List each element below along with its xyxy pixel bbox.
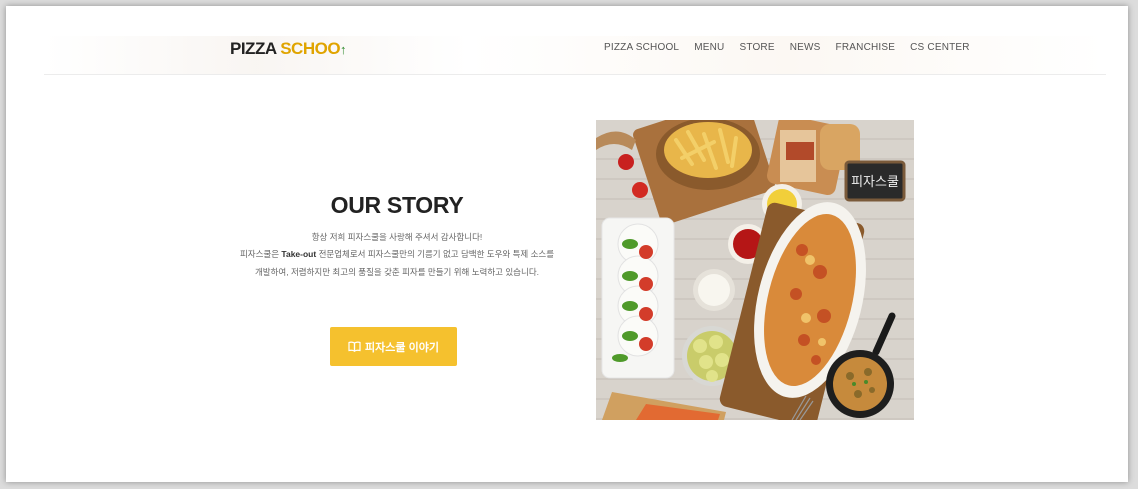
story-button-label: 피자스쿨 이야기 bbox=[365, 341, 439, 354]
svg-text:피자스쿨: 피자스쿨 bbox=[851, 175, 899, 190]
site-header: PIZZA SCHOO↑ PIZZA SCHOOL MENU STORE NEW… bbox=[44, 36, 1106, 75]
tomato bbox=[618, 154, 634, 170]
book-icon bbox=[348, 341, 361, 352]
story-greeting: 항상 저희 피자스쿨을 사랑해 주셔서 감사합니다! bbox=[311, 232, 483, 242]
pizza-school-logo[interactable]: PIZZA SCHOO↑ bbox=[230, 40, 347, 58]
browser-page: PIZZA SCHOO↑ PIZZA SCHOOL MENU STORE NEW… bbox=[6, 6, 1128, 482]
story-description: 피자스쿨은 Take-out 전문업체로서 피자스쿨만의 기름기 없고 담백한 … bbox=[239, 249, 555, 277]
tomato bbox=[632, 182, 648, 198]
nav-item-news[interactable]: NEWS bbox=[790, 42, 821, 53]
ranch-sauce-cup bbox=[693, 269, 735, 311]
story-title: OUR STORY bbox=[330, 192, 464, 218]
take-out-highlight: Take-out bbox=[281, 249, 317, 259]
caprese-plate bbox=[601, 217, 675, 379]
nav-item-menu[interactable]: MENU bbox=[694, 42, 724, 53]
chalkboard-sign: 피자스쿨 bbox=[844, 160, 906, 202]
our-story-section: OUR STORY 항상 저희 피자스쿨을 사랑해 주셔서 감사합니다! 피자스… bbox=[226, 192, 568, 281]
nav-item-franchise[interactable]: FRANCHISE bbox=[836, 42, 896, 53]
nav-item-store[interactable]: STORE bbox=[739, 42, 774, 53]
food-photo: 피자스쿨 bbox=[596, 120, 914, 420]
main-nav: PIZZA SCHOOL MENU STORE NEWS FRANCHISE C… bbox=[604, 42, 970, 53]
food-photo-illustration: 피자스쿨 bbox=[596, 120, 914, 420]
nav-item-pizza-school[interactable]: PIZZA SCHOOL bbox=[604, 42, 679, 53]
nav-item-cs-center[interactable]: CS CENTER bbox=[910, 42, 970, 53]
pizza-school-story-button[interactable]: 피자스쿨 이야기 bbox=[330, 327, 457, 366]
